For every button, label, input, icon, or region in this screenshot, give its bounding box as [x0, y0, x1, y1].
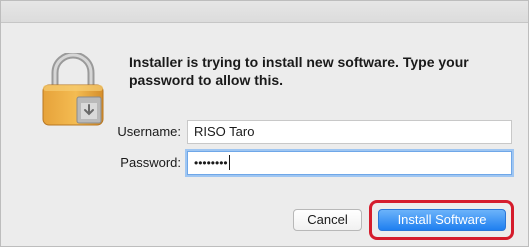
password-row: Password: ••••••••: [1, 151, 529, 175]
dialog-titlebar[interactable]: [1, 1, 528, 23]
lock-icon: [42, 53, 104, 126]
password-field[interactable]: ••••••••: [187, 151, 512, 175]
password-label: Password:: [120, 155, 181, 170]
auth-dialog: Installer is trying to install new softw…: [0, 0, 529, 247]
text-caret: [228, 155, 230, 170]
install-software-button[interactable]: Install Software: [378, 209, 506, 231]
username-value: RISO Taro: [194, 124, 255, 139]
dialog-message: Installer is trying to install new softw…: [129, 54, 469, 88]
username-label: Username:: [117, 124, 181, 139]
username-row: Username: RISO Taro: [1, 120, 529, 144]
username-field[interactable]: RISO Taro: [187, 120, 512, 144]
cancel-button[interactable]: Cancel: [293, 209, 362, 231]
password-masked-value: ••••••••: [194, 156, 228, 170]
